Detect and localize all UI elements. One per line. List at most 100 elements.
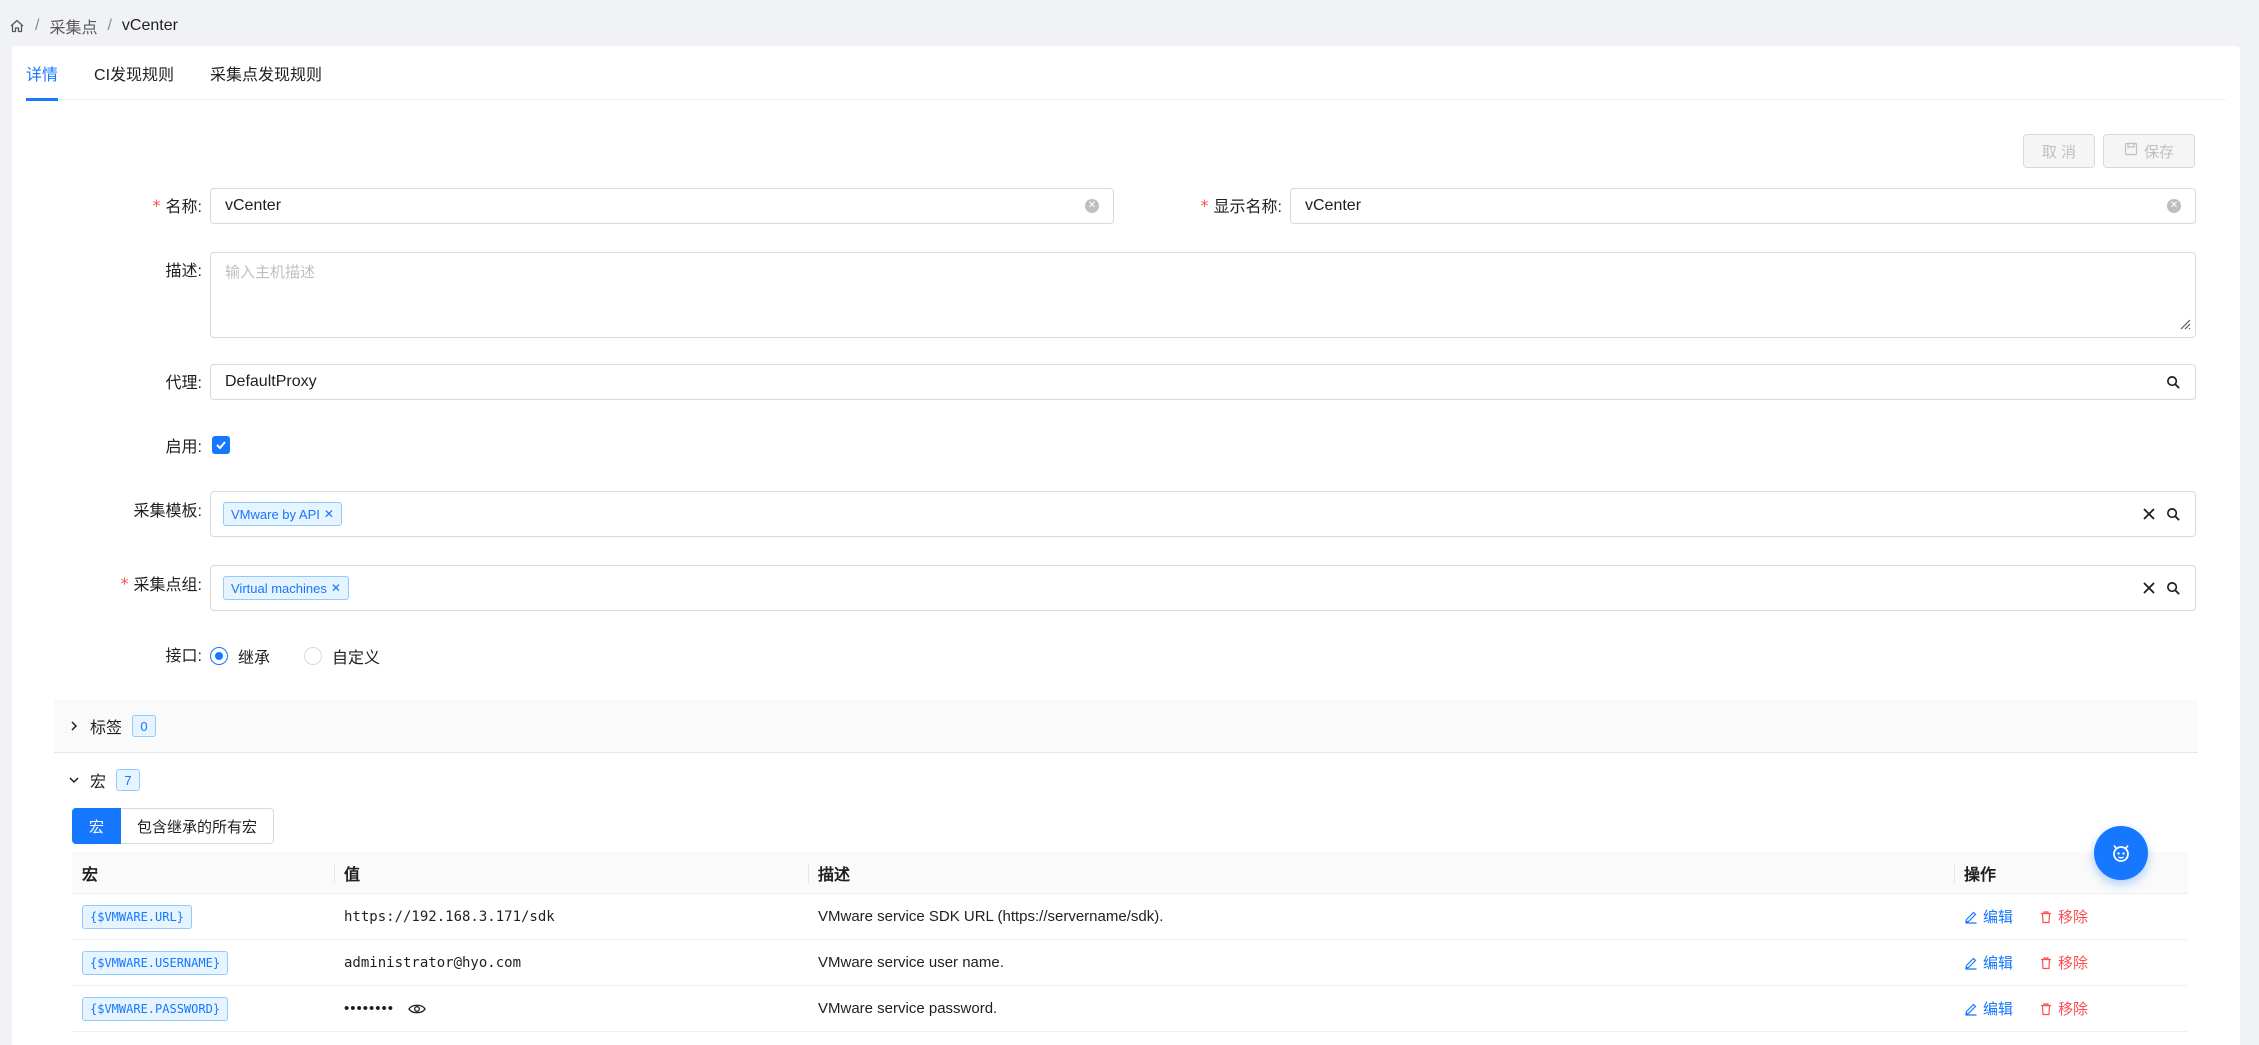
description-label-text: 描述: (165, 263, 202, 280)
breadcrumb-separator: / (107, 17, 112, 34)
table-row: {$VMWARE.URL} https://192.168.3.171/sdk … (72, 894, 2188, 940)
table-row: {$VMWARE.USERNAME} administrator@hyo.com… (72, 940, 2188, 986)
detail-panel: 详情 CI发现规则 采集点发现规则 取 消 保存 * 名称: vCenter ✕… (12, 46, 2240, 1045)
macro-table: 宏 值 描述 操作 {$VMWARE.URL} https://192.168.… (72, 852, 2188, 1032)
remove-button[interactable]: 移除 (2039, 998, 2088, 1019)
template-tag[interactable]: VMware by API ✕ (223, 502, 342, 526)
close-icon[interactable]: ✕ (324, 507, 334, 521)
edit-icon (1964, 1002, 1978, 1016)
proxy-select[interactable]: DefaultProxy (210, 364, 2196, 400)
breadcrumb: / 采集点 / vCenter (9, 14, 178, 38)
remove-button[interactable]: 移除 (2039, 906, 2088, 927)
resize-handle-icon[interactable] (2178, 317, 2192, 335)
remove-label: 移除 (2058, 909, 2089, 926)
display-name-label-text: 显示名称: (1213, 199, 1282, 216)
edit-button[interactable]: 编辑 (1964, 906, 2013, 927)
value-cell: administrator@hyo.com (344, 954, 522, 971)
edit-label: 编辑 (1983, 955, 2014, 972)
save-button[interactable]: 保存 (2103, 134, 2195, 168)
proxy-label: 代理: (12, 364, 202, 398)
group-tag[interactable]: Virtual machines ✕ (223, 576, 349, 600)
enabled-label: 启用: (12, 428, 202, 462)
macros-count-badge: 7 (116, 769, 141, 791)
template-select[interactable]: VMware by API ✕ (210, 491, 2196, 537)
tab-ci-discovery-rules[interactable]: CI发现规则 (94, 46, 174, 100)
breadcrumb-item-collectors[interactable]: 采集点 (49, 14, 97, 38)
radio-custom-label[interactable]: 自定义 (332, 644, 380, 668)
required-marker: * (152, 195, 161, 215)
interface-label: 接口: (12, 637, 202, 671)
home-icon[interactable] (9, 18, 25, 34)
template-label: 采集模板: (12, 492, 202, 526)
name-label: * 名称: (12, 188, 202, 222)
macro-scope-own[interactable]: 宏 (72, 808, 122, 844)
eye-icon[interactable] (408, 1002, 426, 1016)
clear-icon[interactable]: ✕ (2167, 199, 2181, 213)
edit-button[interactable]: 编辑 (1964, 998, 2013, 1019)
chevron-right-icon (68, 720, 80, 732)
breadcrumb-item-current: vCenter (121, 17, 178, 34)
trash-icon (2039, 956, 2053, 970)
macro-cell: {$VMWARE.PASSWORD} (72, 996, 334, 1021)
trash-icon (2039, 1002, 2053, 1016)
tags-count-badge: 0 (132, 715, 157, 737)
description-cell: VMware service user name. (818, 954, 1004, 971)
enabled-label-text: 启用: (165, 439, 202, 456)
robot-icon (2110, 842, 2132, 864)
macro-scope-toggle: 宏 包含继承的所有宏 (72, 808, 275, 844)
assistant-fab-button[interactable] (2094, 826, 2148, 880)
column-header-macro: 宏 (82, 866, 99, 884)
search-icon[interactable] (2166, 507, 2181, 522)
macro-scope-inherited[interactable]: 包含继承的所有宏 (121, 808, 275, 844)
remove-button[interactable]: 移除 (2039, 952, 2088, 973)
enabled-checkbox[interactable] (212, 436, 230, 454)
divider (54, 752, 2198, 753)
tab-details[interactable]: 详情 (26, 46, 59, 101)
interface-label-text: 接口: (165, 648, 202, 665)
group-select[interactable]: Virtual machines ✕ (210, 565, 2196, 611)
macro-name: {$VMWARE.URL} (82, 904, 192, 929)
radio-custom[interactable] (304, 647, 323, 665)
tags-section-title: 标签 (90, 720, 123, 737)
close-icon[interactable]: ✕ (331, 581, 341, 595)
cancel-button[interactable]: 取 消 (2023, 134, 2095, 168)
remove-label: 移除 (2058, 955, 2089, 972)
table-row: {$VMWARE.PASSWORD} •••••••• VMware servi… (72, 986, 2188, 1032)
value-cell: https://192.168.3.171/sdk (344, 908, 555, 925)
search-icon[interactable] (2166, 375, 2181, 390)
tags-section-header[interactable]: 标签 0 (54, 700, 2198, 752)
value-cell: •••••••• (334, 1000, 808, 1017)
column-header-description: 描述 (808, 852, 1954, 894)
radio-inherit-label[interactable]: 继承 (238, 644, 270, 668)
macro-name: {$VMWARE.PASSWORD} (82, 996, 229, 1021)
clear-all-icon[interactable] (2142, 507, 2156, 521)
edit-button[interactable]: 编辑 (1964, 952, 2013, 973)
description-textarea[interactable]: 输入主机描述 (210, 252, 2196, 338)
proxy-value: DefaultProxy (225, 373, 317, 390)
clear-all-icon[interactable] (2142, 581, 2156, 595)
masked-password: •••••••• (344, 1000, 395, 1017)
name-value: vCenter (225, 197, 282, 214)
group-tag-label: Virtual machines (231, 580, 327, 596)
required-marker: * (120, 573, 129, 593)
display-name-label: * 显示名称: (1092, 188, 1282, 222)
edit-label: 编辑 (1983, 1001, 2014, 1018)
tab-bar: 详情 CI发现规则 采集点发现规则 (26, 46, 2226, 101)
macros-section-title: 宏 (90, 774, 107, 791)
display-name-input[interactable]: vCenter ✕ (1290, 188, 2196, 224)
name-input[interactable]: vCenter ✕ (210, 188, 1114, 224)
template-label-text: 采集模板: (133, 503, 202, 520)
actions-cell: 编辑 移除 (1954, 952, 2188, 973)
cancel-label: 取 消 (2041, 143, 2077, 161)
radio-inherit[interactable] (210, 647, 228, 665)
column-header-value: 值 (334, 852, 808, 894)
tab-collector-discovery-rules[interactable]: 采集点发现规则 (210, 46, 322, 100)
macro-name: {$VMWARE.USERNAME} (82, 950, 229, 975)
macro-cell: {$VMWARE.URL} (72, 904, 334, 929)
edit-icon (1964, 910, 1978, 924)
search-icon[interactable] (2166, 581, 2181, 596)
trash-icon (2039, 910, 2053, 924)
macros-section-header[interactable]: 宏 7 (54, 754, 2198, 806)
save-icon (2124, 142, 2138, 160)
macro-cell: {$VMWARE.USERNAME} (72, 950, 334, 975)
